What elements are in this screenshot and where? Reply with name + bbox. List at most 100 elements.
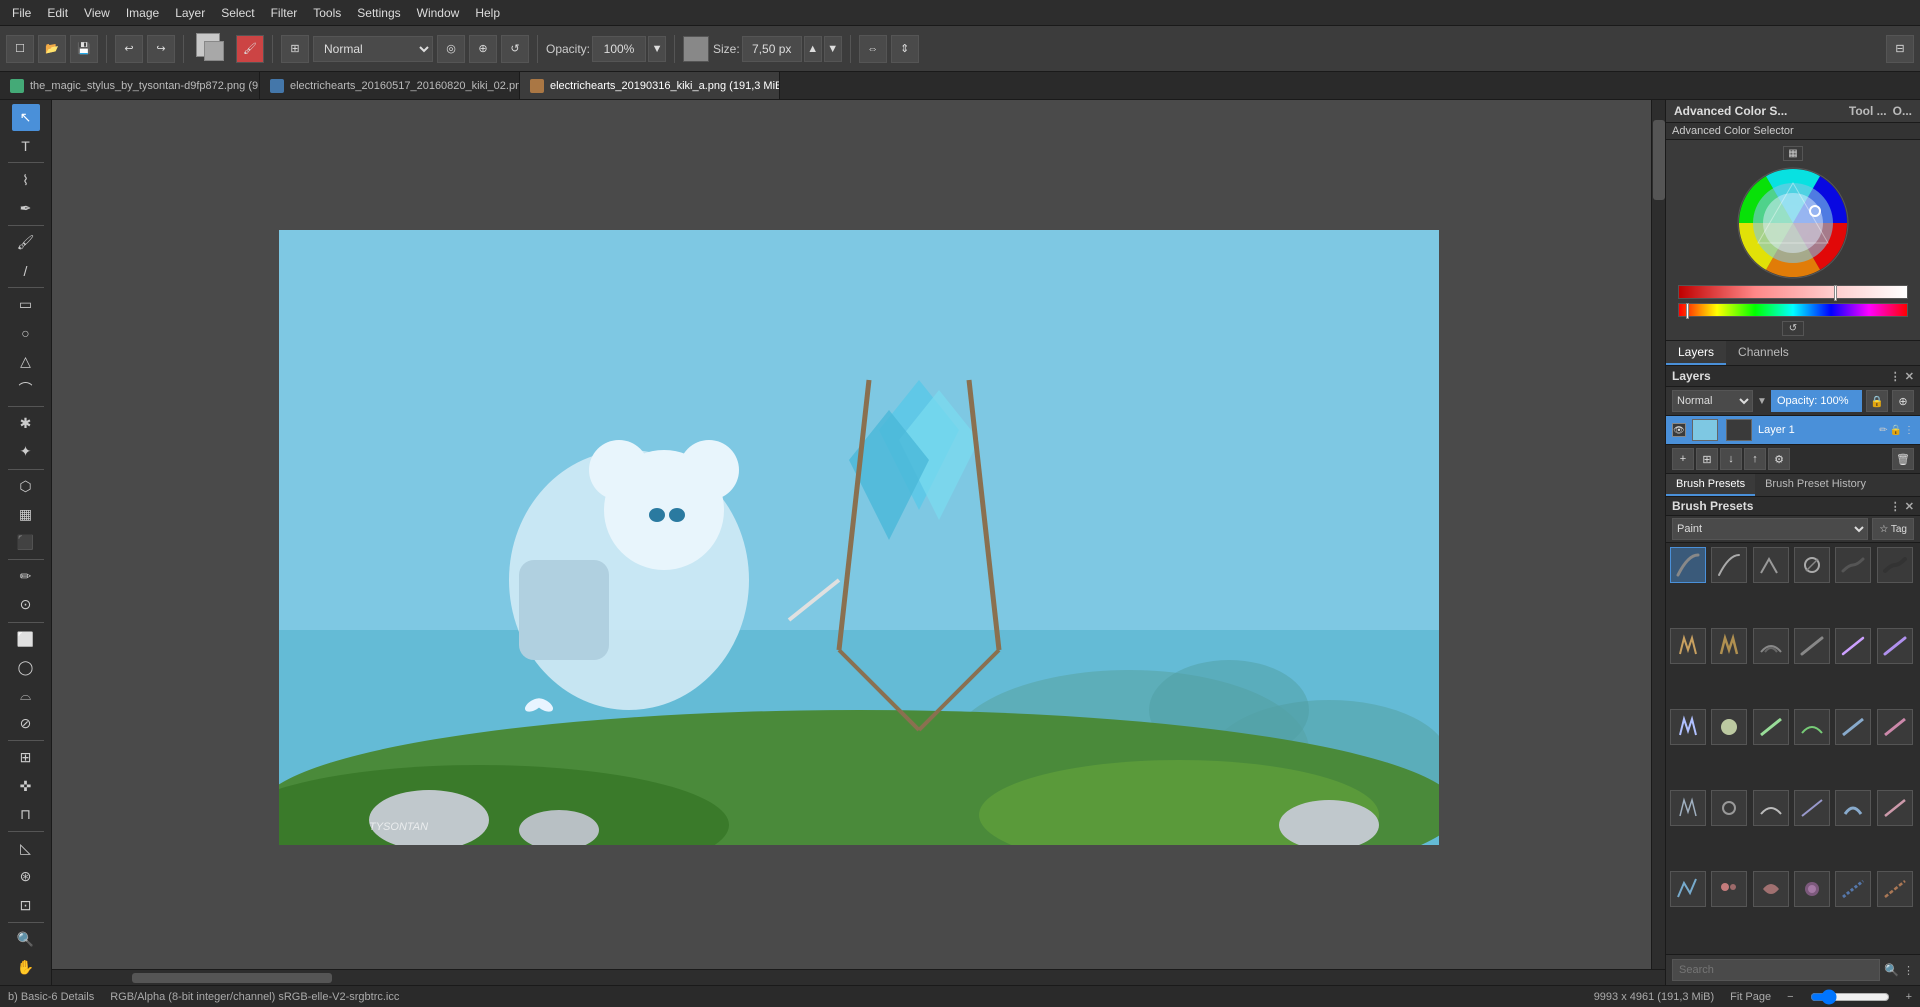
hscroll-thumb[interactable] (132, 973, 332, 983)
zoom-minus-btn[interactable]: − (1787, 991, 1793, 1003)
color-reset-btn[interactable]: ↺ (1782, 321, 1804, 336)
menu-settings[interactable]: Settings (349, 4, 408, 22)
vertical-scrollbar[interactable] (1651, 100, 1665, 969)
options-panel-label[interactable]: O... (1893, 104, 1912, 118)
panel-toggle-btn[interactable]: ⊟ (1886, 35, 1914, 63)
tool-brush[interactable]: 🖌 (12, 229, 40, 256)
delete-layer-btn[interactable]: 🗑 (1892, 448, 1914, 470)
layer-edit-icon[interactable]: ✏ (1879, 425, 1887, 436)
grid-btn[interactable]: ⊞ (281, 35, 309, 63)
brush-item-23[interactable] (1835, 790, 1871, 826)
tool-path[interactable]: ⌒ (12, 376, 40, 403)
search-options-btn[interactable]: ⋮ (1903, 964, 1914, 977)
menu-view[interactable]: View (76, 4, 118, 22)
save-button[interactable]: 💾 (70, 35, 98, 63)
brush-item-5[interactable] (1835, 547, 1871, 583)
brush-item-19[interactable] (1670, 790, 1706, 826)
tool-panel-label[interactable]: Tool ... (1849, 104, 1887, 118)
tool-smart-patch[interactable]: ✦ (12, 438, 40, 465)
size-down-btn[interactable]: ▼ (824, 36, 842, 62)
brush-item-27[interactable] (1753, 871, 1789, 907)
vscroll-thumb[interactable] (1653, 120, 1665, 200)
mirror-h-btn[interactable]: ⇔ (859, 35, 887, 63)
brush-item-3[interactable] (1753, 547, 1789, 583)
layer-item-1[interactable]: 👁 Layer 1 ✏ 🔒 ⋮ (1666, 416, 1920, 444)
brush-item-4[interactable] (1794, 547, 1830, 583)
filter-icon[interactable]: ▼ (1757, 396, 1767, 407)
layer-visibility-btn[interactable]: 👁 (1672, 423, 1686, 437)
brush-item-13[interactable] (1670, 709, 1706, 745)
brush-item-25[interactable] (1670, 871, 1706, 907)
alpha-inherit-btn[interactable]: ⊕ (1892, 390, 1914, 412)
tool-move[interactable]: ✜ (12, 773, 40, 800)
tab-1[interactable]: electrichearts_20160517_20160820_kiki_02… (260, 72, 520, 99)
open-button[interactable]: 📂 (38, 35, 66, 63)
brush-item-24[interactable] (1877, 790, 1913, 826)
brush-preset-history-tab[interactable]: Brush Preset History (1755, 474, 1876, 496)
brush-item-28[interactable] (1794, 871, 1830, 907)
background-color[interactable] (204, 41, 224, 61)
tool-rect-select[interactable]: ⬜ (12, 626, 40, 653)
blend-mode-select[interactable]: Normal Multiply Screen Overlay (313, 36, 433, 62)
menu-help[interactable]: Help (467, 4, 508, 22)
add-layer-btn[interactable]: + (1672, 448, 1694, 470)
tool-line[interactable]: / (12, 257, 40, 284)
tab-channels[interactable]: Channels (1726, 341, 1801, 365)
tool-colorize[interactable]: ⬡ (12, 472, 40, 499)
brush-item-8[interactable] (1711, 628, 1747, 664)
menu-image[interactable]: Image (118, 4, 167, 22)
brush-item-10[interactable] (1794, 628, 1830, 664)
search-icon[interactable]: 🔍 (1884, 963, 1899, 977)
layers-blend-mode[interactable]: Normal Multiply (1672, 390, 1753, 412)
tool-polygon[interactable]: △ (12, 348, 40, 375)
tab-0[interactable]: the_magic_stylus_by_tysontan-d9fp872.png… (0, 72, 260, 99)
layer-lock-icon[interactable]: 🔒 (1890, 425, 1902, 436)
brush-item-20[interactable] (1711, 790, 1747, 826)
tool-crop[interactable]: ⊓ (12, 801, 40, 828)
tool-freehand[interactable]: ⌇ (12, 166, 40, 193)
tool-rect[interactable]: ▭ (12, 291, 40, 318)
tab-layers[interactable]: Layers (1666, 341, 1726, 365)
brush-item-9[interactable] (1753, 628, 1789, 664)
new-button[interactable]: ☐ (6, 35, 34, 63)
tool-transform[interactable]: ⊞ (12, 744, 40, 771)
layer-more-icon[interactable]: ⋮ (1904, 425, 1914, 436)
brush-item-22[interactable] (1794, 790, 1830, 826)
brush-item-15[interactable] (1753, 709, 1789, 745)
horizontal-scrollbar[interactable] (52, 969, 1665, 985)
brush-item-2[interactable] (1711, 547, 1747, 583)
tool-gradient[interactable]: ▦ (12, 501, 40, 528)
tool-ellipse-select[interactable]: ◯ (12, 654, 40, 681)
tool-ellipse[interactable]: ○ (12, 319, 40, 346)
brush-item-26[interactable] (1711, 871, 1747, 907)
layers-close-btn[interactable]: ✕ (1905, 370, 1914, 383)
brush-item-30[interactable] (1877, 871, 1913, 907)
tool-reference[interactable]: ⊡ (12, 891, 40, 918)
menu-select[interactable]: Select (213, 4, 262, 22)
tool-calligraphy[interactable]: ✒ (12, 195, 40, 222)
status-fit-page[interactable]: Fit Page (1730, 991, 1771, 1003)
brush-category-select[interactable]: Paint Ink Sketch (1672, 518, 1868, 540)
redo-button[interactable]: ↪ (147, 35, 175, 63)
tool-measure[interactable]: ◺ (12, 835, 40, 862)
color-gradient-bar[interactable] (1678, 285, 1908, 299)
tool-freehand-select[interactable]: ⌓ (12, 682, 40, 709)
opacity-input[interactable] (592, 36, 646, 62)
menu-tools[interactable]: Tools (305, 4, 349, 22)
brush-item-29[interactable] (1835, 871, 1871, 907)
tool-select-arrow[interactable]: ↖ (12, 104, 40, 131)
zoom-plus-btn[interactable]: + (1906, 991, 1912, 1003)
layers-opacity-display[interactable]: Opacity: 100% (1771, 390, 1862, 412)
menu-layer[interactable]: Layer (167, 4, 213, 22)
brush-preset-btn[interactable]: 🖌 (236, 35, 264, 63)
menu-window[interactable]: Window (409, 4, 468, 22)
canvas-area[interactable]: TYSONTAN (52, 100, 1665, 985)
brush-presets-tab[interactable]: Brush Presets (1666, 474, 1755, 496)
brush-item-12[interactable] (1877, 628, 1913, 664)
tool-multibrush[interactable]: ✱ (12, 410, 40, 437)
eraser-btn[interactable]: ◎ (437, 35, 465, 63)
brush-item-6[interactable] (1877, 547, 1913, 583)
brush-item-11[interactable] (1835, 628, 1871, 664)
opacity-lock-btn[interactable]: 🔒 (1866, 390, 1888, 412)
search-input[interactable] (1672, 959, 1880, 981)
